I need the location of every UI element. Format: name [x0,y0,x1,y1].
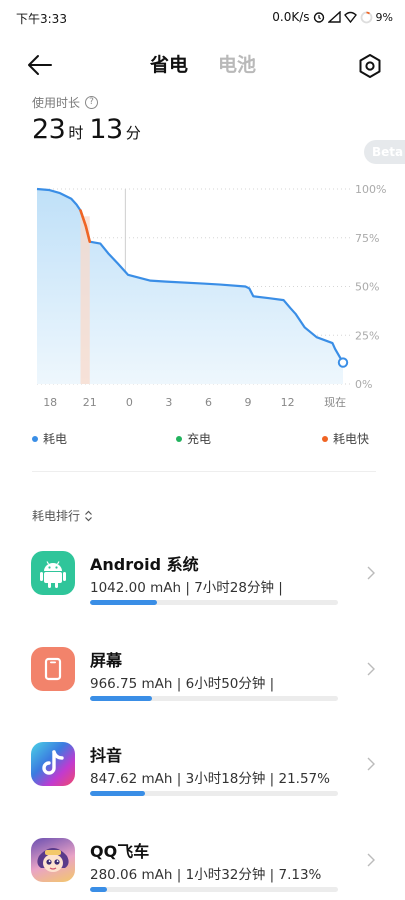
settings-button[interactable] [356,52,384,80]
signal-icon [327,11,341,23]
app-usage-detail: 1042.00 mAh | 7小时28分钟 | [90,580,283,596]
app-name: 抖音 [90,746,123,765]
chevron-right-icon [367,566,375,580]
x-tick-label: 6 [205,396,212,409]
legend-fast-drain: 耗电快 [322,430,369,447]
y-tick-label: 100% [355,183,386,196]
beta-badge[interactable]: Beta [364,140,405,164]
chevron-right-icon [367,853,375,867]
android-icon [31,551,75,595]
x-tick-label: 现在 [324,396,346,409]
legend-dot-consumption [32,435,38,442]
app-usage-detail: 847.62 mAh | 3小时18分钟 | 21.57% [90,771,330,787]
status-bar: 下午3:33 0.0K/s 9% [0,0,405,36]
back-arrow-icon [28,55,52,75]
app-name: Android 系统 [90,555,199,574]
tab-power-saving[interactable]: 省电 [150,50,188,77]
x-tick-label: 12 [281,396,295,409]
usage-minutes: 13 [89,114,123,145]
y-tick-label: 50% [355,281,379,294]
app-usage-bar-fill [90,600,157,605]
app-usage-bar [90,791,338,796]
usage-hours-unit: 时 [68,124,84,142]
usage-minutes-unit: 分 [125,124,141,142]
alarm-icon [313,11,325,23]
app-usage-bar-fill [90,887,108,892]
x-tick-label: 3 [165,396,172,409]
app-usage-bar-fill [90,791,145,796]
app-usage-bar [90,600,338,605]
y-tick-label: 0% [355,378,372,391]
legend-dot-charging [176,435,182,442]
chevron-right-icon [367,662,375,676]
qq-speed-game-icon [31,838,75,882]
app-row-douyin[interactable]: 抖音 847.62 mAh | 3小时18分钟 | 21.57% [0,742,405,812]
legend-dot-fast-drain [322,435,328,442]
app-name: QQ飞车 [90,842,150,861]
x-tick-label: 21 [83,396,97,409]
usage-duration-value: 23 时 13 分 [32,114,147,145]
sort-chevron-icon [85,510,92,521]
back-button[interactable] [26,52,56,78]
wifi-icon [343,11,357,23]
app-usage-detail: 280.06 mAh | 1小时32分钟 | 7.13% [90,867,322,883]
app-usage-bar [90,696,338,701]
y-tick-label: 75% [355,232,379,245]
network-speed: 0.0K/s [272,10,310,24]
tab-battery[interactable]: 电池 [218,50,256,77]
legend-consumption: 耗电 [32,430,67,447]
header: 省电 电池 [0,40,405,90]
battery-level-chart: 100% 75% 50% 25% 0% 18 21 0 3 6 9 12 现在 [36,183,386,409]
app-usage-detail: 966.75 mAh | 6小时50分钟 | [90,676,275,692]
chevron-right-icon [367,757,375,771]
status-icons: 0.0K/s 9% [272,10,393,24]
divider [32,471,376,472]
tiktok-icon [31,742,75,786]
app-name: 屏幕 [90,651,123,670]
app-row-android-system[interactable]: Android 系统 1042.00 mAh | 7小时28分钟 | [0,551,405,621]
usage-hours: 23 [32,114,66,145]
y-tick-label: 25% [355,329,379,342]
app-usage-bar [90,887,338,892]
x-tick-label: 18 [43,396,57,409]
screen-icon [31,647,75,691]
usage-duration-label: 使用时长 ? [32,94,99,111]
sort-toggle[interactable]: 耗电排行 [32,507,93,524]
battery-icon [360,11,373,24]
chart-legend: 耗电 充电 耗电快 [0,430,405,450]
app-row-screen[interactable]: 屏幕 966.75 mAh | 6小时50分钟 | [0,647,405,717]
x-tick-label: 0 [126,396,133,409]
help-icon[interactable]: ? [85,96,99,109]
app-row-qq-speed[interactable]: QQ飞车 280.06 mAh | 1小时32分钟 | 7.13% [0,838,405,900]
battery-percent: 9% [375,10,393,24]
status-time: 下午3:33 [16,12,67,26]
current-level-point [337,357,349,368]
legend-charging: 充电 [176,430,211,447]
x-tick-label: 9 [245,396,252,409]
app-usage-bar-fill [90,696,152,701]
gear-icon [359,54,381,78]
